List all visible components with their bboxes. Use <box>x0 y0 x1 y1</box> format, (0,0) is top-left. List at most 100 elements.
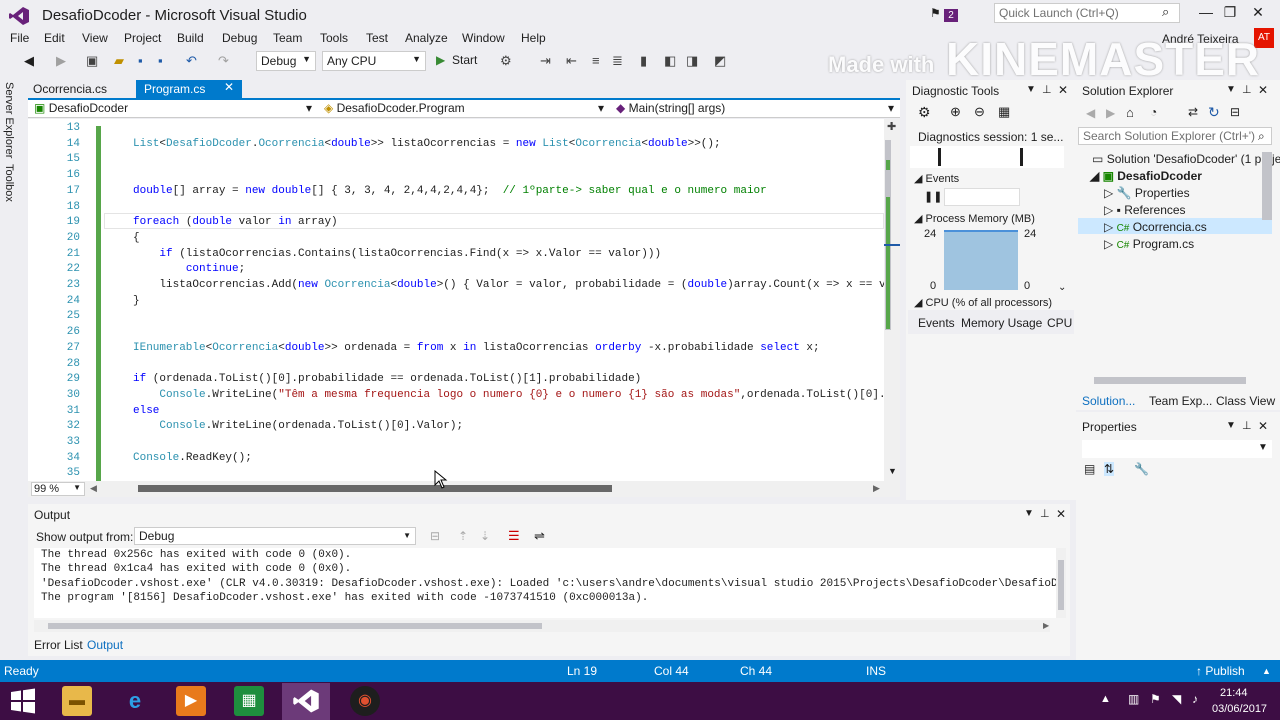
menu-build[interactable]: Build <box>177 31 204 45</box>
menu-team[interactable]: Team <box>273 31 302 45</box>
tree-item-program[interactable]: ▷ C# Program.cs <box>1104 237 1194 251</box>
word-wrap-icon[interactable]: ⇌ <box>534 528 545 544</box>
menu-view[interactable]: View <box>82 31 108 45</box>
clear-bookmarks-icon[interactable]: ◩ <box>714 53 726 69</box>
code-line[interactable]: else <box>133 405 159 417</box>
menu-file[interactable]: File <box>10 31 29 45</box>
visual-studio-task-icon[interactable] <box>292 688 320 714</box>
pin-icon[interactable]: ⊥ <box>1242 83 1252 96</box>
uncomment-lines-icon[interactable]: ≣ <box>612 53 623 69</box>
close-icon[interactable]: ✕ <box>1056 507 1066 521</box>
tree-vertical-scroll-thumb[interactable] <box>1262 152 1272 220</box>
menu-project[interactable]: Project <box>124 31 161 45</box>
solution-configuration-select[interactable]: Debug ▼ <box>256 51 316 71</box>
tab-memory-usage[interactable]: Memory Usage <box>961 316 1042 330</box>
code-line[interactable]: } <box>133 295 140 307</box>
zoom-in-icon[interactable]: ⊕ <box>950 104 961 120</box>
close-icon[interactable]: ✕ <box>224 80 234 94</box>
tab-server-explorer[interactable]: Server Explorer <box>3 82 15 158</box>
reset-zoom-icon[interactable]: ▦ <box>998 104 1010 120</box>
menu-window[interactable]: Window <box>462 31 505 45</box>
tree-solution[interactable]: ▭ Solution 'DesafioDcoder' (1 proje <box>1092 152 1280 166</box>
step-icon[interactable]: ⇥ <box>540 53 551 69</box>
new-project-icon[interactable]: ▣ <box>86 53 98 69</box>
publish-button[interactable]: ↑ Publish <box>1196 664 1245 678</box>
panel-menu-icon[interactable]: ▼ <box>1026 84 1036 95</box>
notification-flag-icon[interactable]: ⚑ <box>930 6 941 20</box>
code-line[interactable]: Console.ReadKey(); <box>133 452 252 464</box>
collapse-all-icon[interactable]: ⊟ <box>1230 105 1240 119</box>
project-dropdown[interactable]: ▣ DesafioDcoder ▾ <box>34 101 316 117</box>
pin-icon[interactable]: ⊥ <box>1242 419 1252 432</box>
timeline-marker-start[interactable] <box>938 148 941 166</box>
scroll-right-icon[interactable]: ▶ <box>873 483 880 494</box>
memory-section-header[interactable]: ◢ Process Memory (MB) <box>914 212 1035 225</box>
menu-tools[interactable]: Tools <box>320 31 348 45</box>
redo-icon[interactable]: ↷ <box>218 53 229 69</box>
output-horizontal-scroll-thumb[interactable] <box>48 623 542 629</box>
zoom-level-select[interactable]: 99 % ▼ <box>31 482 85 496</box>
save-icon[interactable]: ▪ <box>138 53 143 68</box>
settings-gear-icon[interactable]: ⚙ <box>918 104 931 121</box>
pin-icon[interactable]: ⊥ <box>1042 83 1052 96</box>
chrome-app-icon[interactable]: ◉ <box>350 686 380 716</box>
solution-search-input[interactable]: Search Solution Explorer (Ctrl+') <box>1078 127 1272 145</box>
property-pages-icon[interactable]: 🔧 <box>1134 462 1149 476</box>
taskbar-clock-date[interactable]: 03/06/2017 <box>1212 703 1267 715</box>
find-message-icon[interactable]: ⊟ <box>430 529 440 543</box>
code-line[interactable]: { <box>133 232 140 244</box>
media-player-icon[interactable]: ▶ <box>176 686 206 716</box>
navigate-back-icon[interactable]: ◀ <box>24 53 34 69</box>
sync-icon[interactable]: ⇄ <box>1188 105 1198 119</box>
pending-changes-icon[interactable]: ◔ <box>1150 105 1157 119</box>
panel-menu-icon[interactable]: ▼ <box>1226 420 1236 431</box>
code-line[interactable]: Console.WriteLine("Têm a mesma frequenci… <box>133 389 885 401</box>
bookmark-next-icon[interactable]: ◨ <box>686 53 698 69</box>
taskbar-clock-time[interactable]: 21:44 <box>1220 687 1248 699</box>
tab-class-view[interactable]: Class View <box>1216 394 1275 408</box>
timeline-marker-end[interactable] <box>1020 148 1023 166</box>
categorized-icon[interactable]: ▤ <box>1084 462 1095 476</box>
clear-all-icon[interactable]: ☰ <box>508 528 520 544</box>
comment-lines-icon[interactable]: ≡ <box>592 53 600 68</box>
chevron-down-icon[interactable]: ▼ <box>1258 442 1268 453</box>
scroll-down-icon[interactable]: ⌄ <box>1058 282 1066 293</box>
undo-icon[interactable]: ↶ <box>186 53 197 69</box>
pin-icon[interactable]: ⊥ <box>1040 507 1050 520</box>
split-editor-icon[interactable]: ✚ <box>887 120 896 133</box>
tree-project[interactable]: ◢ ▣ DesafioDcoder <box>1090 169 1202 183</box>
tree-item-references[interactable]: ▷ ▪ References <box>1104 203 1186 217</box>
tray-wifi-icon[interactable]: ◥ <box>1172 692 1181 706</box>
tray-action-center-icon[interactable]: ⚑ <box>1150 692 1161 706</box>
refresh-icon[interactable]: ↻ <box>1208 104 1220 121</box>
bookmark-prev-icon[interactable]: ◧ <box>664 53 676 69</box>
home-icon[interactable]: ⌂ <box>1126 105 1134 120</box>
start-button[interactable]: Start <box>452 53 477 67</box>
previous-message-icon[interactable]: ⇡ <box>458 529 468 543</box>
code-line[interactable]: listaOcorrencias.Add(new Ocorrencia<doub… <box>133 279 885 291</box>
notification-count-badge[interactable]: 2 <box>944 9 958 22</box>
back-icon[interactable]: ◀ <box>1086 106 1095 120</box>
close-icon[interactable]: ✕ <box>1258 419 1268 433</box>
close-icon[interactable]: ✕ <box>1258 83 1268 97</box>
solution-platform-select[interactable]: Any CPU ▼ <box>322 51 426 71</box>
class-dropdown[interactable]: ◈ DesafioDcoder.Program ▾ <box>324 101 608 117</box>
cpu-section-header[interactable]: ◢ CPU (% of all processors) <box>914 296 1052 309</box>
tab-cpu[interactable]: CPU <box>1047 316 1072 330</box>
chevron-up-icon[interactable]: ▲ <box>1262 666 1271 676</box>
code-line[interactable]: double[] array = new double[] { 3, 3, 4,… <box>133 185 767 197</box>
tab-toolbox[interactable]: Toolbox <box>3 164 15 202</box>
step-over-icon[interactable]: ⇤ <box>566 53 577 69</box>
tab-error-list[interactable]: Error List <box>34 638 83 652</box>
code-line[interactable]: foreach (double valor in array) <box>133 216 338 228</box>
start-debugging-icon[interactable]: ▶ <box>436 53 445 67</box>
code-line[interactable]: IEnumerable<Ocorrencia<double>> ordenada… <box>133 342 820 354</box>
windows-start-icon[interactable] <box>10 688 36 714</box>
menu-test[interactable]: Test <box>366 31 388 45</box>
scroll-down-icon[interactable]: ▼ <box>888 466 897 476</box>
next-message-icon[interactable]: ⇣ <box>480 529 490 543</box>
tab-output[interactable]: Output <box>87 638 123 652</box>
menu-debug[interactable]: Debug <box>222 31 257 45</box>
events-section-header[interactable]: ◢ Events <box>914 172 959 185</box>
bookmark-icon[interactable]: ▮ <box>640 53 647 69</box>
